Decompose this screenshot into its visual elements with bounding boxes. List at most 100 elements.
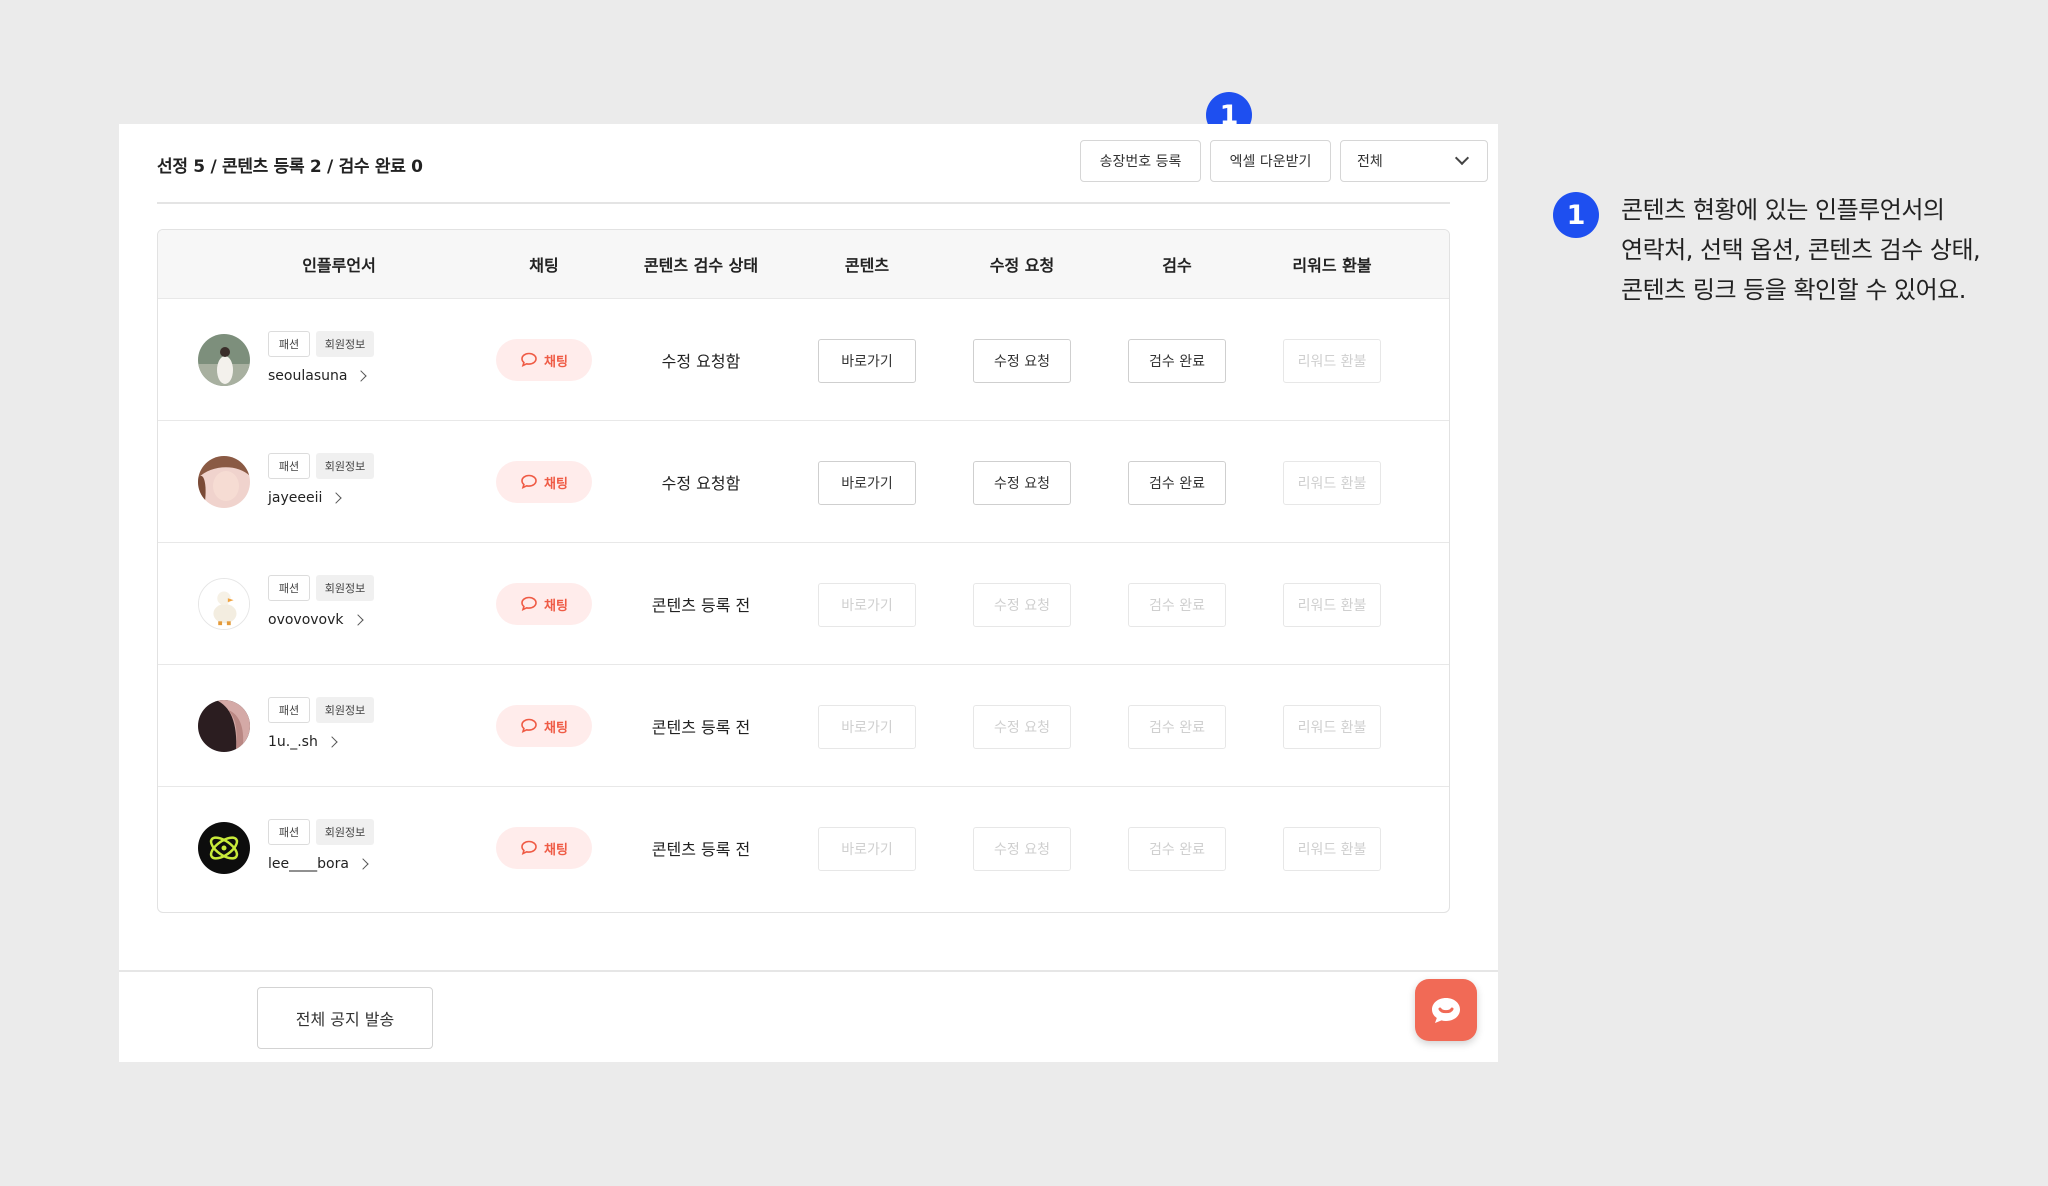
column-header-status: 콘텐츠 검수 상태: [643, 256, 759, 275]
request-revision-button[interactable]: 수정 요청: [973, 827, 1071, 871]
influencer-table: 인플루언서 채팅 콘텐츠 검수 상태 콘텐츠 수정 요청 검수 리워드 환불 패…: [157, 229, 1450, 913]
column-header-content: 콘텐츠: [844, 256, 890, 275]
chat-fab-icon: [1432, 998, 1460, 1023]
chat-label: 채팅: [544, 720, 568, 736]
go-to-content-button[interactable]: 바로가기: [818, 583, 916, 627]
send-notice-to-all-button[interactable]: 전체 공지 발송: [257, 987, 433, 1049]
review-complete-button[interactable]: 검수 완료: [1128, 339, 1226, 383]
category-tag: 패션: [268, 697, 310, 723]
username-link[interactable]: seoulasuna: [268, 368, 368, 384]
review-complete-button[interactable]: 검수 완료: [1128, 705, 1226, 749]
column-header-refund: 리워드 환불: [1292, 256, 1372, 275]
request-revision-button[interactable]: 수정 요청: [973, 339, 1071, 383]
review-status: 수정 요청함: [661, 474, 741, 493]
chat-button[interactable]: 채팅: [496, 583, 592, 625]
column-header-influencer: 인플루언서: [302, 256, 376, 275]
column-header-revision: 수정 요청: [989, 256, 1055, 275]
go-to-content-button[interactable]: 바로가기: [818, 461, 916, 505]
filter-select-value: 전체: [1357, 154, 1383, 170]
username: jayeeeii: [268, 490, 323, 506]
member-info-tag[interactable]: 회원정보: [316, 819, 374, 845]
chevron-right-icon: [326, 736, 338, 748]
username: ovovovovk: [268, 612, 344, 628]
chat-button[interactable]: 채팅: [496, 461, 592, 503]
category-tag: 패션: [268, 331, 310, 357]
chat-label: 채팅: [544, 476, 568, 492]
selection-summary: 선정 5 / 콘텐츠 등록 2 / 검수 완료 0: [157, 157, 423, 177]
toolbar: 선정 5 / 콘텐츠 등록 2 / 검수 완료 0 송장번호 등록 엑셀 다운받…: [157, 124, 1488, 204]
table-row: 패션 회원정보 jayeeeii 채팅 수정 요청함 바로가기 수정 요청 검수…: [158, 420, 1449, 543]
member-info-tag[interactable]: 회원정보: [316, 453, 374, 479]
review-status: 수정 요청함: [661, 352, 741, 371]
go-to-content-button[interactable]: 바로가기: [818, 339, 916, 383]
chat-button[interactable]: 채팅: [496, 339, 592, 381]
review-complete-button[interactable]: 검수 완료: [1128, 461, 1226, 505]
annotation-line: 콘텐츠 현황에 있는 인플루언서의: [1621, 196, 1945, 224]
annotation-line: 연락처, 선택 옵션, 콘텐츠 검수 상태,: [1621, 236, 1981, 264]
review-status: 콘텐츠 등록 전: [651, 718, 751, 737]
avatar[interactable]: [198, 700, 250, 752]
table-header: 인플루언서 채팅 콘텐츠 검수 상태 콘텐츠 수정 요청 검수 리워드 환불: [158, 230, 1449, 298]
table-row: 패션 회원정보 ovovovovk 채팅 콘텐츠 등록 전 바로가기 수정 요청…: [158, 542, 1449, 665]
category-tag: 패션: [268, 453, 310, 479]
request-revision-button[interactable]: 수정 요청: [973, 461, 1071, 505]
chat-label: 채팅: [544, 598, 568, 614]
go-to-content-button[interactable]: 바로가기: [818, 827, 916, 871]
review-complete-button[interactable]: 검수 완료: [1128, 827, 1226, 871]
chat-label: 채팅: [544, 354, 568, 370]
username-link[interactable]: lee____bora: [268, 856, 369, 872]
username-link[interactable]: ovovovovk: [268, 612, 364, 628]
excel-download-button[interactable]: 엑셀 다운받기: [1210, 140, 1331, 182]
go-to-content-button[interactable]: 바로가기: [818, 705, 916, 749]
chat-label: 채팅: [544, 842, 568, 858]
reward-refund-button[interactable]: 리워드 환불: [1283, 583, 1381, 627]
table-row: 패션 회원정보 lee____bora 채팅 콘텐츠 등록 전 바로가기 수정 …: [158, 786, 1449, 909]
member-info-tag[interactable]: 회원정보: [316, 697, 374, 723]
username: 1u._.sh: [268, 734, 318, 750]
username: lee____bora: [268, 856, 349, 872]
column-header-review: 검수: [1162, 256, 1192, 275]
chat-fab-button[interactable]: [1415, 979, 1477, 1041]
avatar[interactable]: [198, 578, 250, 630]
chevron-right-icon: [357, 858, 369, 870]
avatar[interactable]: [198, 456, 250, 508]
username: seoulasuna: [268, 368, 348, 384]
chevron-right-icon: [330, 492, 343, 504]
review-status: 콘텐츠 등록 전: [651, 840, 751, 859]
content-status-panel: 선정 5 / 콘텐츠 등록 2 / 검수 완료 0 송장번호 등록 엑셀 다운받…: [119, 124, 1498, 1062]
annotation-marker: 1: [1553, 192, 1599, 238]
request-revision-button[interactable]: 수정 요청: [973, 583, 1071, 627]
table-row: 패션 회원정보 seoulasuna 채팅 수정 요청함 바로가기 수정 요청 …: [158, 298, 1449, 421]
category-tag: 패션: [268, 819, 310, 845]
annotation-line: 콘텐츠 링크 등을 확인할 수 있어요.: [1621, 276, 1966, 304]
chevron-down-icon: [1454, 150, 1470, 166]
annotation-text: 콘텐츠 현황에 있는 인플루언서의 연락처, 선택 옵션, 콘텐츠 검수 상태,…: [1621, 190, 1981, 310]
username-link[interactable]: jayeeeii: [268, 490, 343, 506]
chat-bubble-icon: [521, 474, 537, 489]
avatar[interactable]: [198, 334, 250, 386]
register-tracking-button[interactable]: 송장번호 등록: [1080, 140, 1201, 182]
avatar[interactable]: [198, 822, 250, 874]
chat-bubble-icon: [521, 596, 537, 611]
chat-bubble-icon: [521, 718, 537, 733]
chat-button[interactable]: 채팅: [496, 827, 592, 869]
chat-bubble-icon: [521, 352, 537, 367]
review-status: 콘텐츠 등록 전: [651, 596, 751, 615]
category-tag: 패션: [268, 575, 310, 601]
review-complete-button[interactable]: 검수 완료: [1128, 583, 1226, 627]
panel-footer: 전체 공지 발송: [119, 970, 1498, 1064]
column-header-chat: 채팅: [529, 256, 559, 275]
reward-refund-button[interactable]: 리워드 환불: [1283, 705, 1381, 749]
username-link[interactable]: 1u._.sh: [268, 734, 338, 750]
member-info-tag[interactable]: 회원정보: [316, 575, 374, 601]
table-row: 패션 회원정보 1u._.sh 채팅 콘텐츠 등록 전 바로가기 수정 요청 검…: [158, 664, 1449, 787]
chevron-right-icon: [355, 370, 368, 382]
reward-refund-button[interactable]: 리워드 환불: [1283, 827, 1381, 871]
chat-button[interactable]: 채팅: [496, 705, 592, 747]
chevron-right-icon: [351, 614, 364, 626]
filter-select[interactable]: 전체: [1340, 140, 1488, 182]
request-revision-button[interactable]: 수정 요청: [973, 705, 1071, 749]
reward-refund-button[interactable]: 리워드 환불: [1283, 461, 1381, 505]
reward-refund-button[interactable]: 리워드 환불: [1283, 339, 1381, 383]
member-info-tag[interactable]: 회원정보: [316, 331, 374, 357]
